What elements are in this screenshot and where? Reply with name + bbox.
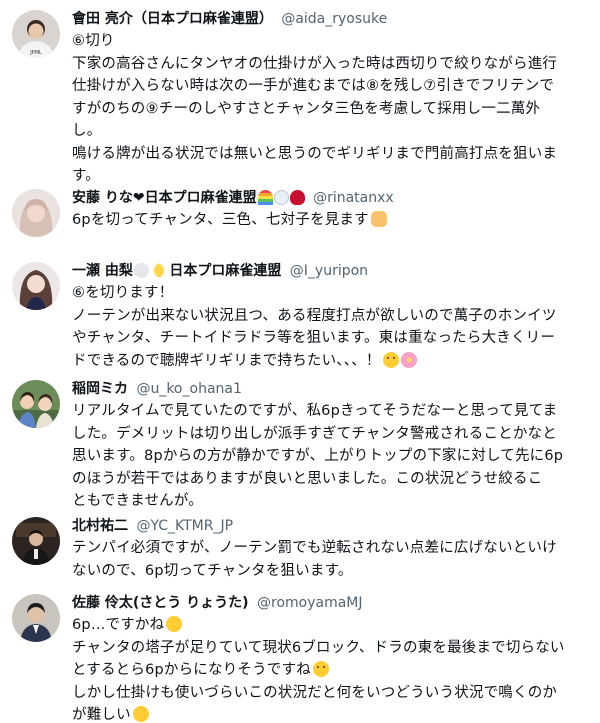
tweet-text: ⑥を切ります！ ノーテンが出来ない状況且つ、ある程度打点が欲しいので萬子のホンイ… [72, 282, 586, 372]
tweet-line: し。 [72, 123, 102, 139]
tweet-line: ノーテンが出来ない状況且つ、ある程度打点が欲しいので萬子のホンイツ [72, 307, 557, 324]
user-handle[interactable]: @romoyamaMJ [257, 595, 363, 611]
tweet-feed: JPML 會田 亮介（日本プロ麻雀連盟） @aida_ryosuke ⑥切り 下… [0, 0, 600, 723]
tweet-line: 下家の高谷さんにタンヤオの仕掛けが入った時は西切りで絞りながら進行 [72, 55, 558, 72]
tweet-line: ⑥切り [72, 33, 115, 49]
tweet-line: 鳴ける牌が出る状況では無いと思うのでギリギリまで門前高打点を狙いま [72, 145, 558, 162]
tweet-text: 6p…ですかね チャンタの塔子が足りていて現状6ブロック、ドラの東を最後まで切ら… [72, 614, 586, 723]
rainbow-icon [257, 190, 273, 205]
avatar-photo [12, 517, 60, 565]
user-handle[interactable]: @u_ko_ohana1 [136, 381, 241, 397]
tweet-header: 會田 亮介（日本プロ麻雀連盟） @aida_ryosuke [72, 8, 586, 30]
neutral-face-icon [132, 706, 149, 722]
tweet-line: ⑥を切ります！ [72, 285, 174, 301]
tweet-header: 安藤 りな❤日本プロ麻雀連盟 @rinatanxx [72, 187, 586, 209]
tweet-line: す。 [72, 168, 100, 184]
display-name[interactable]: 一瀬 由梨 [72, 263, 133, 279]
tweet-line: 6pを切ってチャンタ、三色、七対子を見ます [72, 212, 369, 228]
avatar[interactable]: JPML [12, 10, 60, 58]
user-handle[interactable]: @rinatanxx [313, 190, 394, 206]
display-name[interactable]: 稲岡ミカ [72, 381, 128, 397]
tweet-line: が難しい [72, 707, 131, 723]
tweet-line: のほうが若干ではありますが良いと思いました。この状況どうせ絞るこ [72, 470, 543, 487]
avatar[interactable] [12, 380, 60, 428]
user-handle[interactable]: @I_yuripon [290, 263, 368, 279]
display-name[interactable]: 會田 亮介（日本プロ麻雀連盟） [72, 11, 273, 27]
tweet-line: ドできるので聴牌ギリギリまで持ちたい、、、！ [72, 352, 381, 369]
svg-text:JPML: JPML [29, 50, 42, 56]
display-name[interactable]: 北村祐二 [72, 518, 128, 534]
slightly-smiling-face-icon [312, 661, 329, 677]
user-handle[interactable]: @aida_ryosuke [281, 11, 387, 27]
tweet-text: ⑥切り 下家の高谷さんにタンヤオの仕掛けが入った時は西切りで絞りながら進行 仕掛… [72, 30, 586, 188]
avatar-photo [12, 189, 60, 237]
avatar-photo: JPML [12, 10, 60, 58]
avatar[interactable] [12, 517, 60, 565]
snowman-icon [273, 190, 289, 205]
tweet-line: 6p…ですかね [72, 617, 165, 633]
display-name[interactable]: 佐藤 伶太(さとう りょうた) [72, 595, 249, 611]
tweet-text: テンパイ必須ですが、ノーテン罰でも逆転されない点差に広げないといけ ないので、6… [72, 537, 586, 582]
display-name[interactable]: 安藤 りな❤日本プロ麻雀連盟 [72, 190, 257, 206]
avatar[interactable] [12, 594, 60, 642]
tweet-text: リアルタイムで見ていたのですが、私6pきってそうだなーと思って見てま した。デメ… [72, 400, 586, 513]
moon-icon [154, 263, 170, 278]
tweet-line: しかし仕掛けも使いづらいこの状況だと何をいつどういう状況で鳴くのか [72, 684, 558, 701]
tweet-line: テンパイ必須ですが、ノーテン罰でも逆転されない点差に広げないといけ [72, 540, 557, 556]
tweet-line: ともできませんが。 [72, 493, 203, 509]
tweet-header: 一瀬 由梨 日本プロ麻雀連盟 @I_yuripon [72, 260, 586, 282]
thinking-face-icon [166, 616, 183, 632]
tweet-header: 北村祐二 @YC_KTMR_JP [72, 515, 586, 537]
rose-icon [289, 190, 305, 205]
tweet-line: リアルタイムで見ていたのですが、私6pきってそうだなーと思って見てま [72, 403, 558, 419]
avatar[interactable] [12, 189, 60, 237]
user-handle[interactable]: @YC_KTMR_JP [136, 518, 233, 534]
avatar-photo [12, 594, 60, 642]
avatar-photo [12, 380, 60, 428]
tweet-line: やチャンタ、チートイドラドラ等を狙います。東は重なったら大きくリー [72, 330, 556, 346]
flower-icon [400, 351, 417, 368]
tweet-text: 6pを切ってチャンタ、三色、七対子を見ます [72, 209, 586, 232]
person-raising-hand-icon [370, 211, 387, 227]
tweet-line: 仕掛けが入らない時は次の一手が進むまでは⑧を残し⑦引きでフリテンで [72, 78, 555, 94]
tweet-line: とするとら6pからになりそうですね [72, 662, 311, 678]
rabbit-icon [133, 263, 149, 278]
tweet-header: 佐藤 伶太(さとう りょうた) @romoyamaMJ [72, 592, 586, 614]
tweet-line: 思います。8pからの方が静かですが、上がりトップの下家に対して先に6p [72, 448, 564, 464]
tweet-line: すがのちの⑨チーのしやすさとチャンタ三色を考慮して採用し一二萬外 [72, 100, 541, 117]
smiling-face-icon [382, 351, 399, 368]
avatar[interactable] [12, 262, 60, 310]
display-name-suffix[interactable]: 日本プロ麻雀連盟 [169, 263, 281, 279]
tweet-header: 稲岡ミカ @u_ko_ohana1 [72, 378, 586, 400]
tweet-line: ないので、6p切ってチャンタを狙います。 [72, 562, 353, 579]
tweet-line: チャンタの塔子が足りていて現状6ブロック、ドラの東を最後まで切らない [72, 639, 565, 656]
avatar-photo [12, 262, 60, 310]
tweet-line: した。デメリットは切り出しが派手すぎてチャンタ警戒されることかなと [72, 425, 557, 442]
